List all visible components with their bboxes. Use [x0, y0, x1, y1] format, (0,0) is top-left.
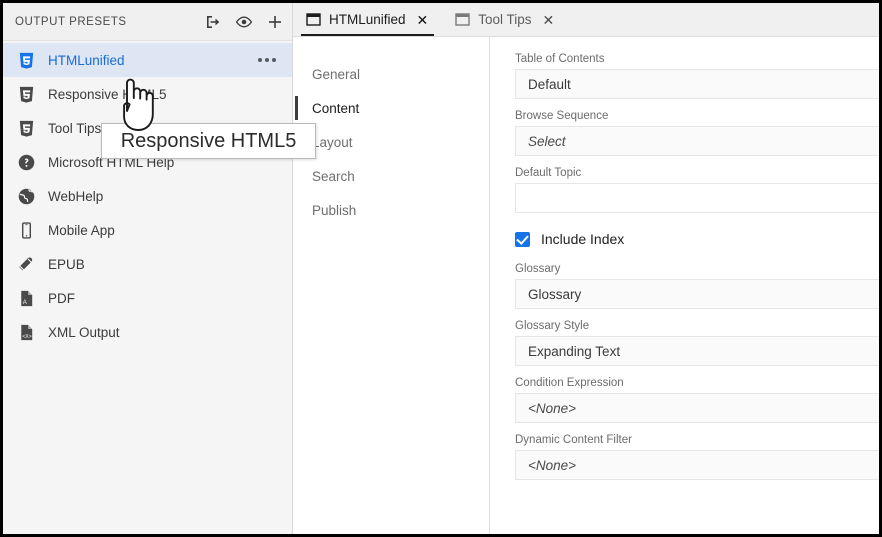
include-index-checkbox[interactable]: [515, 231, 530, 247]
section-nav-label: General: [312, 66, 361, 82]
field-glossary-style: Glossary Style Expanding Text: [515, 320, 879, 366]
document-window-icon: [455, 12, 470, 27]
section-nav-item-content[interactable]: Content: [294, 91, 489, 125]
content-settings-form: Table of Contents Default Browse Sequence S…: [491, 37, 879, 534]
document-window-icon: [306, 12, 321, 27]
svg-text:<X>: <X>: [22, 334, 31, 340]
field-value-condition-expression: <None>: [528, 400, 577, 416]
add-plus-icon[interactable]: [266, 13, 284, 31]
html5-icon: [17, 85, 36, 104]
field-label-browse-sequence: Browse Sequence: [515, 110, 609, 122]
application-window: OUTPUT PRESETS HTMLunified Responsive HT…: [0, 0, 882, 537]
html5-icon: [17, 51, 36, 70]
section-nav-item-publish[interactable]: Publish: [294, 193, 489, 227]
field-label-glossary-style: Glossary Style: [515, 320, 590, 332]
tab-label: HTMLunified: [329, 12, 406, 27]
field-input-default-topic[interactable]: [515, 183, 879, 213]
section-nav-item-search[interactable]: Search: [294, 159, 489, 193]
field-input-glossary[interactable]: Glossary: [515, 279, 879, 309]
preset-item-label: PDF: [48, 290, 75, 306]
field-input-table-of-contents[interactable]: Default: [515, 69, 879, 99]
preview-eye-icon[interactable]: [235, 13, 253, 31]
section-nav-label: Publish: [312, 202, 357, 218]
epub-book-icon: [17, 255, 36, 274]
preset-item-label: WebHelp: [48, 188, 104, 204]
field-value-glossary: Glossary: [528, 286, 582, 302]
preset-item-label: HTMLunified: [48, 52, 125, 68]
header-icon-group: [204, 3, 284, 41]
preset-item-pdf[interactable]: A PDF: [3, 281, 292, 315]
preset-item-epub[interactable]: EPUB: [3, 247, 292, 281]
field-input-dynamic-content-filter[interactable]: <None>: [515, 450, 879, 480]
field-value-browse-sequence: Select: [528, 133, 566, 149]
preset-item-xml-output[interactable]: <X> XML Output: [3, 315, 292, 349]
field-input-condition-expression[interactable]: <None>: [515, 393, 879, 423]
field-input-glossary-style[interactable]: Expanding Text: [515, 336, 879, 366]
field-label-dynamic-content-filter: Dynamic Content Filter: [515, 434, 632, 446]
generate-output-icon[interactable]: [204, 13, 222, 31]
preset-tooltip: Responsive HTML5: [101, 123, 316, 159]
preset-item-htmlunified[interactable]: HTMLunified: [3, 43, 292, 77]
form-fields-bottom: Glossary Glossary Glossary Style Expanding …: [515, 263, 879, 480]
xml-file-icon: <X>: [17, 323, 36, 342]
tab-label: Tool Tips: [478, 12, 532, 27]
preset-item-label: Responsive HTML5: [48, 86, 167, 102]
field-label-table-of-contents: Table of Contents: [515, 53, 605, 65]
preset-item-responsive-html5[interactable]: Responsive HTML5: [3, 77, 292, 111]
section-nav-label: Search: [312, 168, 355, 184]
preset-item-label: XML Output: [48, 324, 120, 340]
globe-icon: [17, 187, 36, 206]
include-index-label: Include Index: [541, 231, 625, 247]
page-title: OUTPUT PRESETS: [15, 15, 127, 28]
preset-item-label: Tool Tips: [48, 120, 102, 136]
tab-close-icon[interactable]: ✕: [417, 13, 429, 27]
field-condition-expression: Condition Expression <None>: [515, 377, 879, 423]
include-index-checkbox-row[interactable]: Include Index: [515, 231, 879, 247]
mobile-phone-icon: [17, 221, 36, 240]
field-value-table-of-contents: Default: [528, 76, 571, 92]
help-question-icon: [17, 153, 36, 172]
field-label-condition-expression: Condition Expression: [515, 377, 624, 389]
preset-item-mobile-app[interactable]: Mobile App: [3, 213, 292, 247]
editor-tab-bar: HTMLunified ✕ Tool Tips ✕: [293, 3, 879, 37]
settings-section-nav: General Content Layout Search Publish: [294, 37, 490, 534]
field-glossary: Glossary Glossary: [515, 263, 879, 309]
preset-list: HTMLunified Responsive HTML5 Tool Tips Micr…: [3, 41, 292, 349]
pdf-file-icon: A: [17, 289, 36, 308]
section-nav-item-layout[interactable]: Layout: [294, 125, 489, 159]
field-label-glossary: Glossary: [515, 263, 561, 275]
field-value-glossary-style: Expanding Text: [528, 343, 621, 359]
section-nav-label: Layout: [312, 134, 353, 150]
field-value-dynamic-content-filter: <None>: [528, 457, 577, 473]
field-input-browse-sequence[interactable]: Select: [515, 126, 879, 156]
form-fields-top: Table of Contents Default Browse Sequence S…: [515, 53, 879, 213]
field-dynamic-content-filter: Dynamic Content Filter <None>: [515, 434, 879, 480]
preset-item-label: Mobile App: [48, 222, 115, 238]
preset-item-webhelp[interactable]: WebHelp: [3, 179, 292, 213]
field-default-topic: Default Topic: [515, 167, 879, 213]
preset-overflow-menu-icon[interactable]: [258, 58, 276, 62]
tab-tool-tips[interactable]: Tool Tips ✕: [442, 3, 568, 36]
field-label-default-topic: Default Topic: [515, 167, 582, 179]
field-table-of-contents: Table of Contents Default: [515, 53, 879, 99]
field-browse-sequence: Browse Sequence Select: [515, 110, 879, 156]
section-nav-label: Content: [312, 100, 360, 116]
tab-htmlunified[interactable]: HTMLunified ✕: [293, 3, 442, 36]
output-presets-panel: OUTPUT PRESETS HTMLunified Responsive HT…: [3, 3, 293, 534]
html5-icon: [17, 119, 36, 138]
tab-close-icon[interactable]: ✕: [543, 13, 555, 27]
output-presets-header: OUTPUT PRESETS: [3, 3, 292, 41]
section-nav-item-general[interactable]: General: [294, 57, 489, 91]
tooltip-text: Responsive HTML5: [120, 129, 297, 152]
preset-item-label: EPUB: [48, 256, 85, 272]
